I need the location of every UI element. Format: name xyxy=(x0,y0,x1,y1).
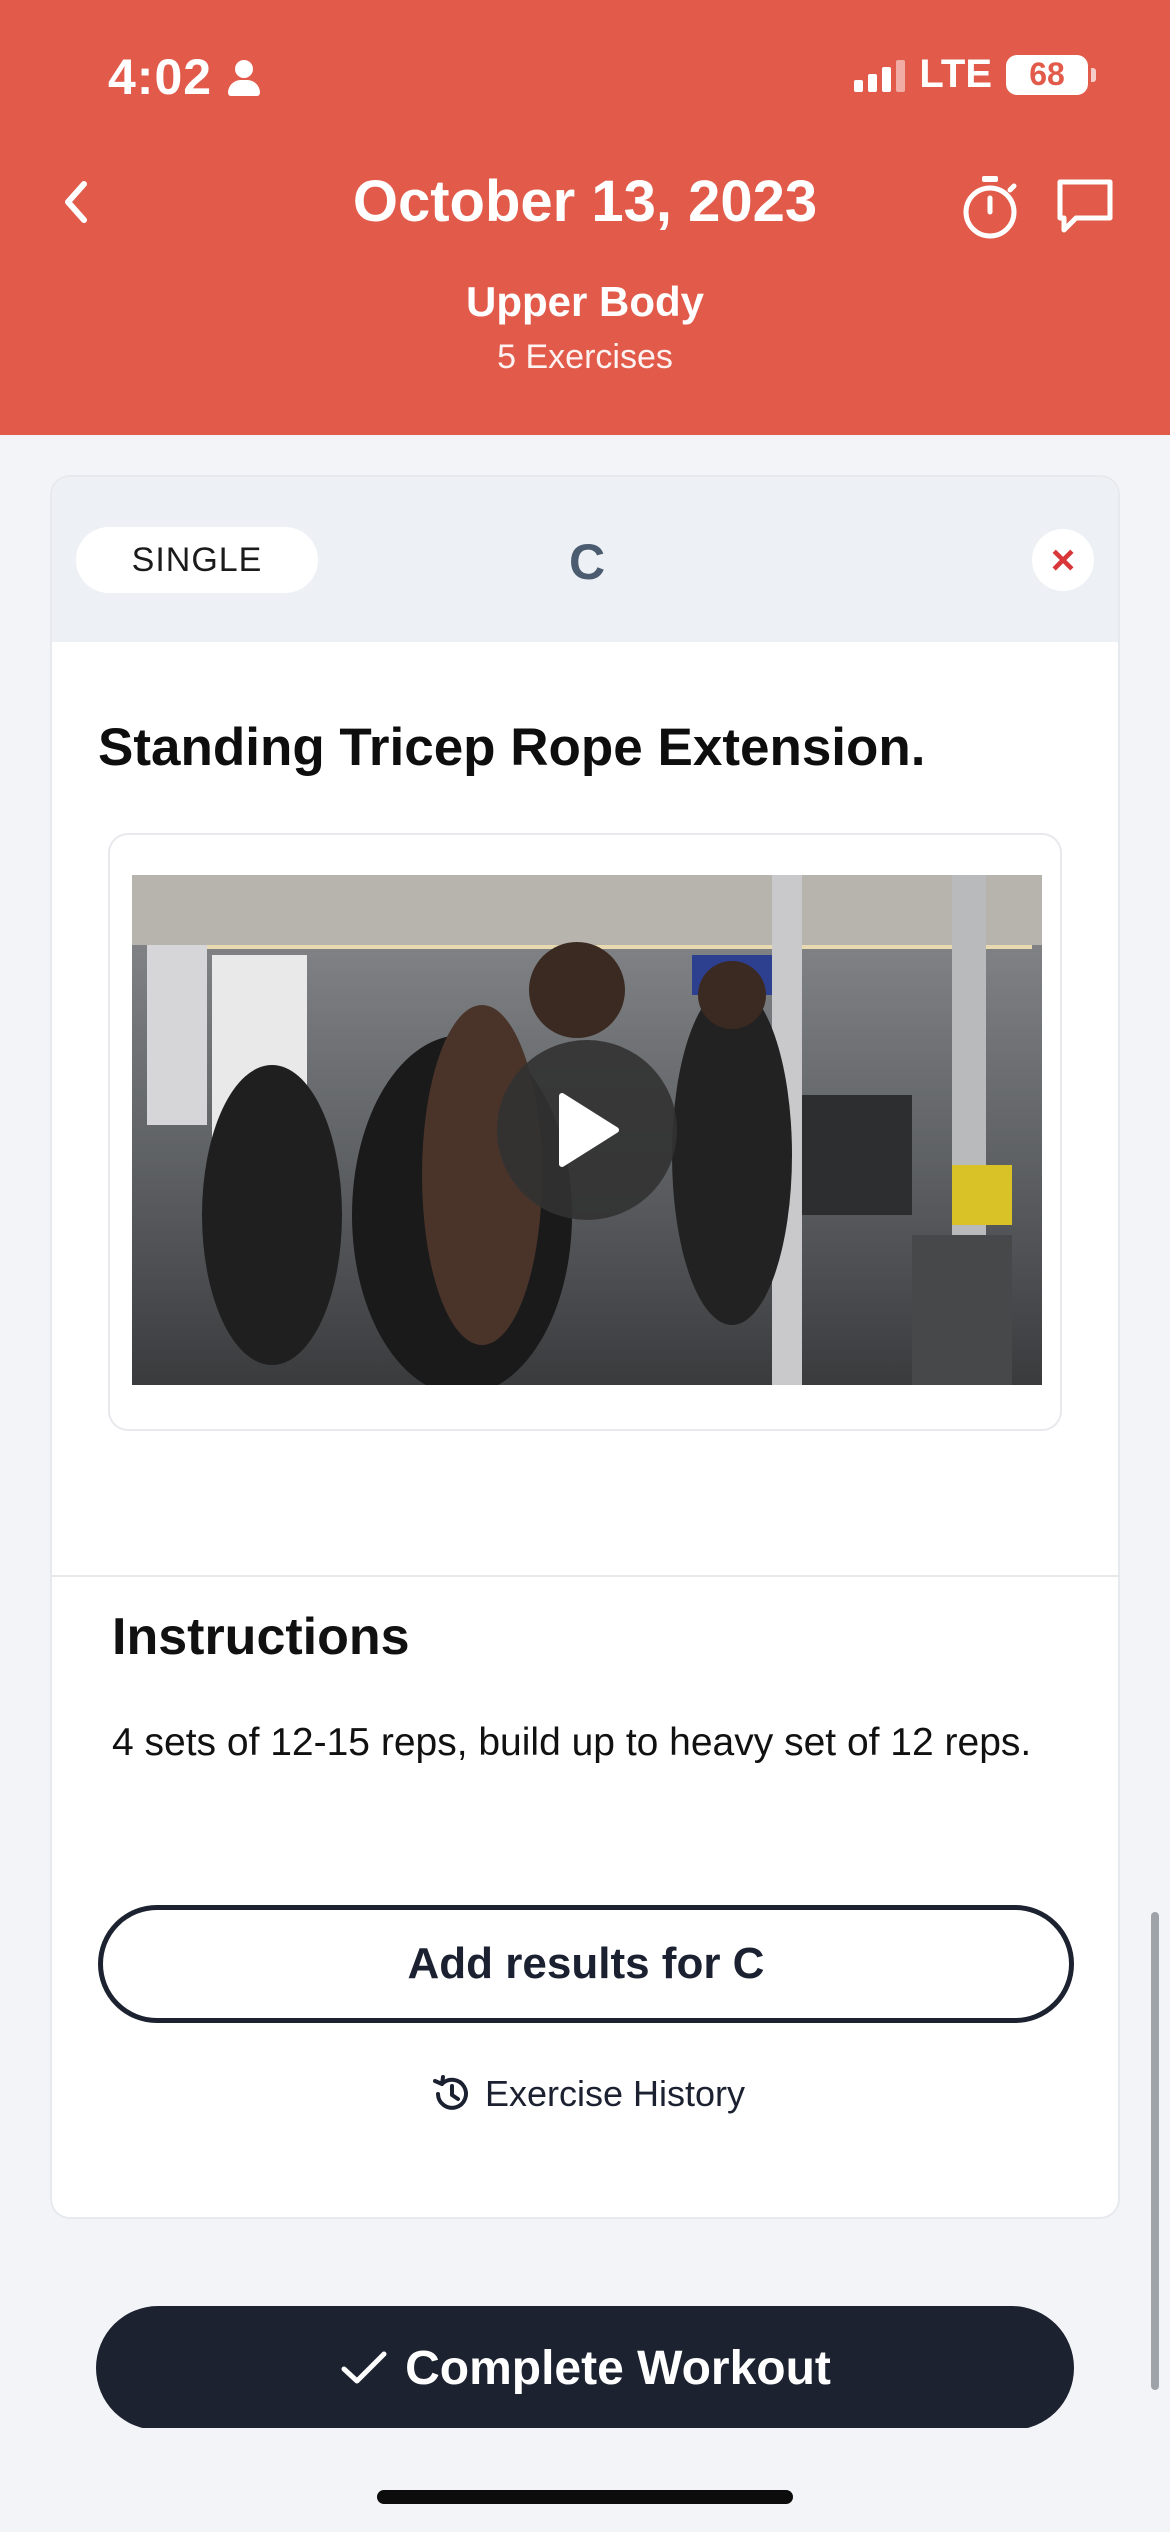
video-container xyxy=(108,833,1062,1431)
status-indicators: LTE 68 xyxy=(854,52,1096,97)
battery-icon: 68 xyxy=(1006,54,1096,95)
exercise-card: SINGLE C × Standing Tricep Rope Extensio… xyxy=(50,475,1120,2219)
exercise-count: 5 Exercises xyxy=(497,338,673,376)
home-indicator[interactable] xyxy=(377,2490,793,2504)
status-time: 4:02 xyxy=(108,48,262,106)
stopwatch-icon[interactable] xyxy=(958,172,1022,240)
network-label: LTE xyxy=(919,52,992,96)
play-icon xyxy=(559,1093,619,1167)
exercise-history-label: Exercise History xyxy=(484,2073,746,2114)
status-time-text: 4:02 xyxy=(108,49,213,105)
block-letter: C xyxy=(568,534,606,590)
workout-name: Upper Body xyxy=(465,278,704,325)
add-results-button[interactable]: Add results for C xyxy=(98,1905,1074,2023)
remove-exercise-button[interactable]: × xyxy=(1032,529,1094,591)
instructions-text: 4 sets of 12-15 reps, build up to heavy … xyxy=(112,1721,1032,1764)
section-divider xyxy=(52,1575,1118,1577)
play-button[interactable] xyxy=(497,1040,677,1220)
history-icon xyxy=(432,2075,468,2110)
exercise-video[interactable] xyxy=(132,875,1042,1385)
complete-workout-label: Complete Workout xyxy=(405,2341,831,2395)
exercise-name: Standing Tricep Rope Extension. xyxy=(98,718,926,777)
instructions-title: Instructions xyxy=(112,1608,410,1666)
scrollbar[interactable] xyxy=(1151,1912,1159,2390)
signal-icon xyxy=(854,58,906,92)
person-icon xyxy=(226,58,262,96)
bottom-safe-area xyxy=(0,2428,1170,2532)
exercise-history-link[interactable]: Exercise History xyxy=(52,2071,1118,2117)
chat-icon[interactable] xyxy=(1054,176,1116,236)
checkmark-icon xyxy=(341,2351,387,2384)
complete-workout-button[interactable]: Complete Workout xyxy=(96,2306,1074,2430)
card-header: SINGLE C × xyxy=(52,477,1118,642)
app-header: 4:02 LTE 68 October 13, 2023 Upper Body … xyxy=(0,0,1170,435)
